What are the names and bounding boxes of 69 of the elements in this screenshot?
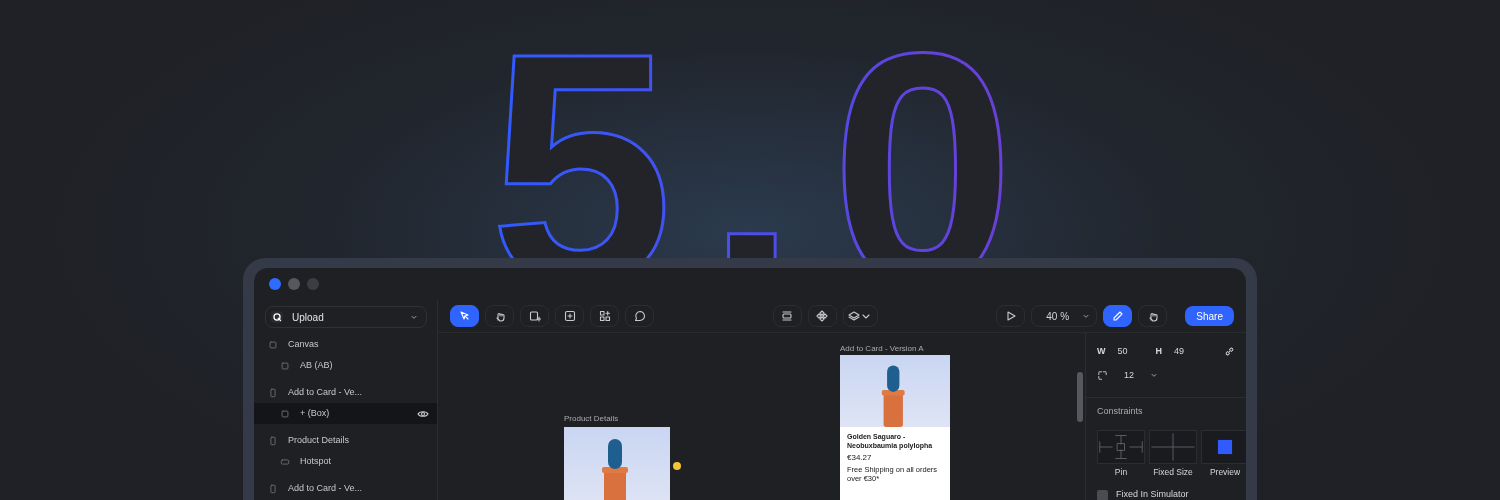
tool-button[interactable] (450, 305, 479, 327)
layer-item[interactable]: + (Box) (254, 403, 437, 424)
cactus-drawing (602, 439, 628, 500)
speech-bubble-icon (633, 310, 646, 322)
layers-icon (848, 310, 861, 322)
layer-item[interactable]: Product Details (254, 430, 437, 451)
layer-item[interactable]: Add to Card - Ve... (254, 478, 437, 499)
checkbox[interactable] (1097, 489, 1108, 500)
square-icon (280, 408, 290, 419)
rounded-rect-icon (280, 456, 290, 467)
window-control-dot[interactable] (269, 278, 281, 290)
caret-icon (1150, 371, 1158, 380)
frame-icon (781, 310, 794, 322)
layer-item[interactable]: AB (AB) (254, 355, 437, 376)
pen-icon (1111, 310, 1124, 322)
tool-button[interactable] (842, 305, 878, 327)
frame-title: Product Details (564, 413, 619, 425)
product-price: €34.27 (847, 452, 873, 465)
caret-icon (410, 313, 418, 321)
checkbox-label: Fixed In Simulator (1116, 488, 1189, 500)
hotspot-dot[interactable] (673, 462, 681, 470)
cactus-drawing (881, 365, 905, 427)
tool-button[interactable] (1103, 305, 1133, 327)
height-value: 49 (1174, 345, 1185, 358)
constraint-tile[interactable] (1097, 429, 1145, 464)
phone-icon (268, 435, 278, 446)
window-control-dot[interactable] (307, 278, 319, 290)
screen-add-icon (528, 310, 541, 322)
share-button[interactable]: Share (1185, 306, 1234, 326)
cursor-icon (458, 310, 471, 322)
component-icon (816, 310, 829, 322)
logo-icon (270, 310, 284, 324)
grid-icon (598, 310, 611, 322)
window-control-dot[interactable] (288, 278, 300, 290)
layer-item[interactable]: Canvas (254, 334, 437, 355)
constraint-tile[interactable] (1149, 429, 1197, 464)
crosshair-icon (1150, 430, 1196, 463)
radius-value: 12 (1124, 368, 1134, 382)
tool-button[interactable] (807, 305, 837, 327)
layer-item[interactable]: Hotspot (254, 451, 437, 472)
project-name: Upload (292, 310, 325, 325)
layer-item[interactable]: Add to Card - Ve... (254, 382, 437, 403)
tool-button[interactable] (1138, 305, 1168, 327)
tile-label: Pin (1114, 465, 1128, 479)
link-icon (1224, 346, 1235, 358)
constraint-tile[interactable] (1201, 429, 1246, 464)
tool-button[interactable] (625, 305, 654, 327)
width-label: W (1097, 345, 1106, 358)
tool-button[interactable] (590, 305, 619, 327)
tile-label: Fixed Size (1153, 465, 1193, 479)
square-plus-icon (563, 310, 576, 322)
phone-icon (268, 387, 278, 398)
zoom-dropdown[interactable]: 40 % (1031, 305, 1098, 327)
square-icon (268, 339, 278, 350)
caret-icon (1082, 312, 1091, 320)
tool-button[interactable] (520, 305, 549, 327)
square-icon (280, 360, 290, 371)
tool-button[interactable] (485, 305, 514, 327)
tool-button[interactable] (555, 305, 584, 327)
frame-title: Add to Card - Version A (840, 343, 924, 355)
play-icon (1004, 310, 1017, 322)
scrollbar[interactable] (1077, 372, 1083, 422)
height-label: H (1155, 345, 1162, 358)
tile-label: Preview (1209, 465, 1241, 479)
corner-radius-icon (1097, 369, 1108, 381)
project-dropdown[interactable]: Upload (265, 306, 427, 328)
section-title: Constraints (1097, 405, 1144, 418)
phone-icon (268, 483, 278, 494)
width-value: 50 (1117, 345, 1129, 358)
